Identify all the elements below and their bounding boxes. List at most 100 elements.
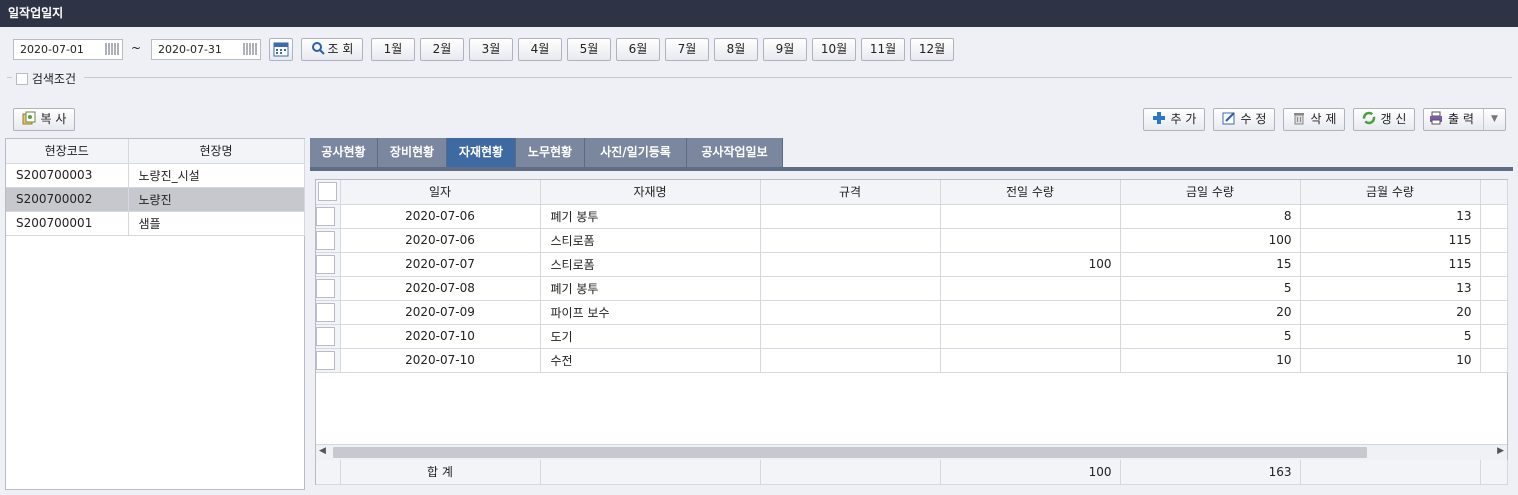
scrollbar-thumb[interactable] (333, 447, 1367, 458)
tab-1[interactable]: 공사현황 (310, 138, 378, 167)
month-qty-cell: 115 (1300, 228, 1481, 253)
month-button-12[interactable]: 12월 (910, 38, 954, 61)
date-cell: 2020-07-07 (340, 252, 541, 277)
site-list-header-row: 현장코드 현장명 (6, 139, 305, 164)
site-list-panel: 현장코드 현장명 S200700003 노량진_시설 S200700002 노량진 S2… (5, 138, 305, 490)
month-button-10[interactable]: 10월 (812, 38, 856, 61)
prev-qty-header[interactable]: 전일 수량 (940, 180, 1121, 205)
calendar-icon[interactable] (105, 43, 119, 55)
tab-2[interactable]: 장비현황 (378, 138, 447, 167)
row-select-cell[interactable] (316, 300, 341, 325)
site-code-header[interactable]: 현장코드 (6, 139, 129, 164)
material-row[interactable]: 2020-07-09 파이프 보수 20 20 (316, 300, 1508, 325)
material-row[interactable]: 2020-07-08 폐기 봉투 5 13 (316, 276, 1508, 301)
scroll-left-arrow-icon[interactable]: ◀ (319, 446, 326, 456)
prev-qty-total: 100 (940, 460, 1121, 485)
row-checkbox[interactable] (316, 302, 335, 322)
material-footer-table: 합 계 100 163 (316, 460, 1508, 485)
row-select-cell[interactable] (316, 348, 341, 373)
row-checkbox[interactable] (316, 278, 335, 298)
material-grid-panel: 일자 자재명 규격 전일 수량 금일 수량 금월 수량 2020-07-06 폐기… (315, 179, 1508, 485)
search-conditions-checkbox[interactable] (16, 73, 28, 85)
delete-button[interactable]: 삭 제 (1283, 108, 1345, 131)
today-qty-header[interactable]: 금일 수량 (1120, 180, 1301, 205)
row-checkbox[interactable] (316, 326, 335, 346)
month-button-11[interactable]: 11월 (861, 38, 905, 61)
refresh-button[interactable]: 갱 신 (1353, 108, 1415, 131)
date-from-value: 2020-07-01 (20, 43, 84, 56)
material-row[interactable]: 2020-07-06 스티로폼 100 115 (316, 228, 1508, 253)
month-qty-cell: 13 (1300, 276, 1481, 301)
material-name-cell: 수전 (540, 348, 761, 373)
row-select-cell[interactable] (316, 324, 341, 349)
date-cell: 2020-07-06 (340, 204, 541, 229)
print-button[interactable]: 출 력 ▼ (1423, 108, 1506, 131)
date-cell: 2020-07-10 (340, 348, 541, 373)
search-icon (311, 42, 325, 55)
window-title: 일작업일지 (0, 0, 1518, 27)
row-select-cell[interactable] (316, 276, 341, 301)
filler-cell (1480, 276, 1508, 301)
search-button[interactable]: 조 회 (301, 38, 363, 61)
today-qty-cell: 100 (1120, 228, 1301, 253)
date-to-field[interactable]: 2020-07-31 (151, 39, 261, 60)
edit-button[interactable]: 수 정 (1213, 108, 1275, 131)
date-header[interactable]: 일자 (340, 180, 541, 205)
horizontal-scrollbar[interactable]: ◀ ▶ (316, 444, 1507, 460)
filler-cell (1480, 348, 1508, 373)
plus-icon (1152, 112, 1165, 124)
month-button-5[interactable]: 5월 (567, 38, 611, 61)
today-qty-cell: 5 (1120, 276, 1301, 301)
row-select-cell[interactable] (316, 204, 341, 229)
print-dropdown-arrow-icon[interactable]: ▼ (1483, 109, 1505, 130)
material-header-row: 일자 자재명 규격 전일 수량 금일 수량 금월 수량 (316, 180, 1508, 205)
tab-4[interactable]: 노무현황 (516, 138, 585, 167)
add-button[interactable]: 추 가 (1143, 108, 1205, 131)
month-qty-cell: 20 (1300, 300, 1481, 325)
material-name-header[interactable]: 자재명 (540, 180, 761, 205)
row-select-cell[interactable] (316, 228, 341, 253)
row-checkbox[interactable] (316, 350, 335, 370)
month-button-6[interactable]: 6월 (616, 38, 660, 61)
month-button-2[interactable]: 2월 (420, 38, 464, 61)
row-checkbox[interactable] (316, 206, 335, 226)
tab-6[interactable]: 공사작업일보 (687, 138, 783, 167)
calendar-icon[interactable] (243, 43, 257, 55)
month-button-3[interactable]: 3월 (469, 38, 513, 61)
month-button-7[interactable]: 7월 (665, 38, 709, 61)
fieldset-line-right (84, 77, 1512, 78)
row-select-cell[interactable] (316, 252, 341, 277)
row-checkbox[interactable] (316, 230, 335, 250)
calendar-picker-button[interactable] (269, 38, 293, 61)
copy-button[interactable]: 복 사 (13, 108, 75, 131)
material-row[interactable]: 2020-07-07 스티로폼 100 15 115 (316, 252, 1508, 277)
month-button-9[interactable]: 9월 (763, 38, 807, 61)
spec-header[interactable]: 규격 (760, 180, 941, 205)
tab-3[interactable]: 자재현황 (447, 138, 516, 167)
select-all-cell[interactable] (316, 180, 341, 205)
material-row[interactable]: 2020-07-10 수전 10 10 (316, 348, 1508, 373)
month-qty-header[interactable]: 금월 수량 (1300, 180, 1481, 205)
month-qty-cell: 5 (1300, 324, 1481, 349)
site-name-header[interactable]: 현장명 (128, 139, 305, 164)
site-row[interactable]: S200700003 노량진_시설 (6, 163, 305, 188)
month-button-8[interactable]: 8월 (714, 38, 758, 61)
search-conditions-toggle[interactable]: 검색조건 (16, 70, 76, 87)
today-qty-cell: 10 (1120, 348, 1301, 373)
row-checkbox[interactable] (316, 254, 335, 274)
material-row[interactable]: 2020-07-06 폐기 봉투 8 13 (316, 204, 1508, 229)
month-button-4[interactable]: 4월 (518, 38, 562, 61)
month-button-1[interactable]: 1월 (371, 38, 415, 61)
material-row[interactable]: 2020-07-10 도기 5 5 (316, 324, 1508, 349)
date-from-field[interactable]: 2020-07-01 (13, 39, 123, 60)
date-cell: 2020-07-08 (340, 276, 541, 301)
month-qty-cell: 115 (1300, 252, 1481, 277)
select-all-checkbox[interactable] (318, 182, 338, 202)
site-row[interactable]: S200700001 샘플 (6, 211, 305, 236)
scroll-right-arrow-icon[interactable]: ▶ (1497, 446, 1504, 456)
site-name-cell: 노량진 (128, 187, 305, 212)
spec-cell (760, 324, 941, 349)
site-row[interactable]: S200700002 노량진 (6, 187, 305, 212)
tab-5[interactable]: 사진/일기등록 (585, 138, 687, 167)
date-cell: 2020-07-06 (340, 228, 541, 253)
